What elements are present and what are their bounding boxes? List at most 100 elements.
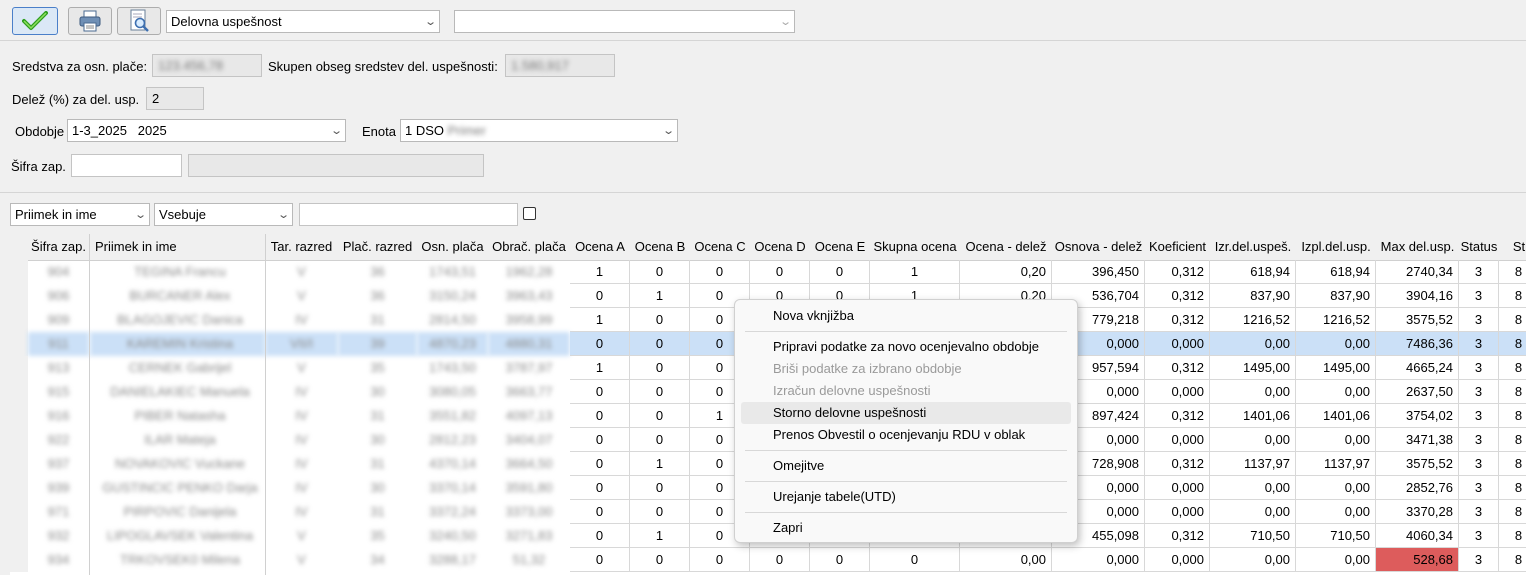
table-cell[interactable]: CERNEK Gabrijel [90,356,265,380]
table-cell[interactable]: 3591,80 [488,476,570,500]
table-cell[interactable]: 2852,76 [1376,476,1459,500]
table-cell[interactable]: 1137,97 [1210,452,1296,476]
table-cell[interactable]: 2740,34 [1376,260,1459,284]
table-cell[interactable]: 3150,24 [417,284,488,308]
table-cell[interactable]: 710,50 [1296,524,1376,548]
table-cell[interactable]: 0 [630,308,690,332]
table-cell[interactable]: 0,00 [960,548,1052,572]
context-menu-item[interactable]: Pripravi podatke za novo ocenjevalno obd… [741,336,1071,358]
table-cell[interactable]: V [265,524,338,548]
table-cell[interactable]: 1 [630,284,690,308]
table-cell[interactable]: 710,50 [1210,524,1296,548]
table-cell[interactable]: 0,312 [1145,524,1210,548]
table-cell[interactable]: 3288,17 [417,548,488,572]
table-cell[interactable]: 8 [1499,452,1526,476]
table-cell[interactable]: 3 [1459,404,1499,428]
table-cell[interactable]: 1401,06 [1210,404,1296,428]
table-cell[interactable]: 0 [570,284,630,308]
table-cell[interactable]: 3080,05 [417,380,488,404]
table-cell[interactable]: 1962,28 [488,260,570,284]
table-cell[interactable]: 36 [338,284,417,308]
table-cell[interactable]: 0,312 [1145,356,1210,380]
column-header[interactable]: Ocena B [630,234,690,260]
obdobje-select[interactable]: 1-3_2025 2025 ⌄ [67,119,346,142]
table-cell[interactable]: 3372,24 [417,500,488,524]
table-cell[interactable]: 8 [1499,404,1526,428]
table-cell[interactable]: 837,90 [1296,284,1376,308]
table-cell[interactable]: 1 [570,260,630,284]
table-cell[interactable]: 1137,97 [1296,452,1376,476]
table-cell[interactable]: 3370,14 [417,476,488,500]
table-cell[interactable]: 911 [28,332,89,356]
table-cell[interactable]: LIPOGLAVSEK Valentina [90,524,265,548]
table-cell[interactable]: 3575,52 [1376,308,1459,332]
table-cell[interactable]: 35 [338,356,417,380]
column-header[interactable]: Tar. razred [265,234,338,260]
table-cell[interactable]: 0,000 [1145,332,1210,356]
table-cell[interactable]: 1 [630,452,690,476]
column-header[interactable]: Šifra zap. [28,234,89,260]
table-cell[interactable]: 0 [630,500,690,524]
table-cell[interactable]: 31 [338,452,417,476]
table-cell[interactable]: 3787,97 [488,356,570,380]
table-cell[interactable]: 1216,52 [1296,308,1376,332]
table-cell[interactable]: 971 [28,500,89,524]
table-cell[interactable]: PIRPOVIC Danijela [90,500,265,524]
table-cell[interactable]: V [265,548,338,572]
table-cell[interactable]: 2812,23 [417,428,488,452]
table-cell[interactable]: 4370,14 [417,452,488,476]
table-row[interactable]: 934 TRKOVSEK0 Milena V 34 3288,17 51,32 0 0 0 0 0 0… [10,548,1526,572]
table-cell[interactable]: 0 [570,524,630,548]
table-cell[interactable]: BURCANER Alex [90,284,265,308]
table-cell[interactable]: 1401,06 [1296,404,1376,428]
table-cell[interactable]: 3958,99 [488,308,570,332]
table-cell[interactable]: 0,000 [1145,380,1210,404]
row-indicator[interactable] [10,452,28,476]
row-indicator[interactable] [10,380,28,404]
table-cell[interactable]: 915 [28,380,89,404]
row-indicator[interactable] [10,428,28,452]
table-cell[interactable]: 0,00 [1296,500,1376,524]
filter-text-input[interactable] [299,203,518,226]
table-cell[interactable]: 3370,28 [1376,500,1459,524]
table-cell[interactable]: 0,000 [1052,548,1145,572]
table-cell[interactable]: 0,312 [1145,260,1210,284]
table-cell[interactable]: 913 [28,356,89,380]
table-cell[interactable]: 8 [1499,500,1526,524]
table-cell[interactable]: 3575,52 [1376,452,1459,476]
table-cell[interactable]: 1 [570,308,630,332]
table-cell[interactable]: 8 [1499,332,1526,356]
column-header[interactable]: Izpl.del.usp. [1296,234,1376,260]
table-cell[interactable]: 3663,77 [488,380,570,404]
row-indicator[interactable] [10,404,28,428]
table-cell[interactable]: V [265,260,338,284]
table-cell[interactable]: 1743,50 [417,356,488,380]
table-cell[interactable]: 0 [570,500,630,524]
table-cell[interactable]: PIBER Natasha [90,404,265,428]
table-cell[interactable]: 3240,50 [417,524,488,548]
row-indicator[interactable] [10,500,28,524]
table-cell[interactable]: 2637,50 [1376,380,1459,404]
column-header[interactable]: Osn. plača [417,234,488,260]
table-cell[interactable]: IV [265,452,338,476]
table-cell[interactable]: 3 [1459,524,1499,548]
table-cell[interactable]: DANIELAKIEC Manuela [90,380,265,404]
table-cell[interactable]: 916 [28,404,89,428]
table-cell[interactable]: 0,312 [1145,308,1210,332]
table-cell[interactable]: 618,94 [1296,260,1376,284]
column-header[interactable]: Priimek in ime [90,234,270,260]
row-indicator[interactable] [10,308,28,332]
table-cell[interactable]: 0 [750,548,810,572]
table-cell[interactable]: TRKOVSEK0 Milena [90,548,265,572]
table-cell[interactable]: IV [265,500,338,524]
table-cell[interactable]: 30 [338,476,417,500]
table-cell[interactable]: 618,94 [1210,260,1296,284]
table-cell[interactable]: 0,00 [1296,428,1376,452]
table-cell[interactable]: 909 [28,308,89,332]
table-cell[interactable]: 837,90 [1210,284,1296,308]
table-cell[interactable]: 937 [28,452,89,476]
column-header[interactable]: Skupna ocena [870,234,960,260]
row-indicator[interactable] [10,548,28,572]
table-cell[interactable]: 0 [630,404,690,428]
table-cell[interactable]: 0,20 [960,260,1052,284]
